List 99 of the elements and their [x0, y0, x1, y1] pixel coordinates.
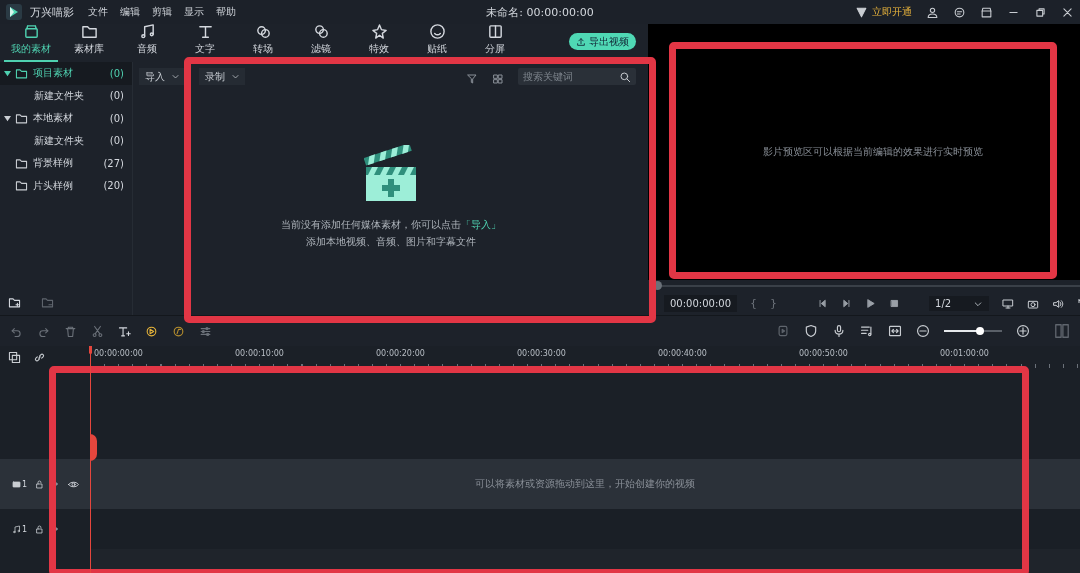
search-icon [619, 71, 631, 83]
add-text-icon[interactable] [118, 324, 131, 338]
split-screen-icon [486, 23, 504, 40]
app-logo-icon [6, 4, 22, 20]
tree-item[interactable]: 背景样例 (27) [0, 152, 132, 175]
time-label: 00:00:10:00 [234, 348, 285, 360]
grid-view-icon[interactable] [492, 73, 504, 85]
previous-frame-icon[interactable] [817, 298, 828, 309]
filter-icon[interactable] [466, 73, 478, 85]
expand-arrow-icon[interactable] [4, 114, 11, 122]
restore-icon[interactable] [1034, 5, 1047, 19]
track-number: 1 [12, 524, 28, 534]
toolbar-tab[interactable]: 特效 [352, 22, 406, 62]
smiley-icon [428, 23, 446, 40]
zoom-out-icon[interactable] [916, 324, 930, 338]
music-note-icon [12, 524, 21, 534]
caret-icon [171, 72, 180, 81]
play-icon[interactable] [865, 298, 876, 309]
film-icon [12, 479, 21, 489]
time-label: 00:01:00:00 [939, 348, 990, 360]
panel-layout-icon[interactable] [1054, 323, 1070, 339]
toolbar-tab[interactable]: 贴纸 [410, 22, 464, 62]
search-field[interactable]: 搜索关键词 [518, 68, 636, 85]
music-note-icon [138, 23, 156, 40]
tree-item[interactable]: 本地素材 (0) [0, 107, 132, 130]
time-label: 00:00:40:00 [657, 348, 708, 360]
new-folder-icon[interactable] [8, 295, 21, 309]
next-frame-icon[interactable] [841, 298, 852, 309]
toolbar-tab[interactable]: 素材库 [62, 22, 116, 62]
sliders-icon[interactable] [199, 324, 212, 338]
empty-message: 当前没有添加任何媒体素材，你可以点击「导入」 [280, 219, 501, 232]
import-link[interactable]: 「导入」 [460, 219, 501, 230]
quality-dropdown[interactable]: 1/2 [929, 296, 989, 311]
box-icon [22, 23, 40, 40]
upload-icon [576, 36, 586, 47]
menu-item[interactable]: 帮助 [216, 5, 236, 19]
tree-item[interactable]: 新建文件夹 (0) [0, 129, 132, 152]
text-icon [196, 23, 214, 40]
dropdown[interactable]: 导入 [139, 68, 185, 85]
menu-item[interactable]: 显示 [184, 5, 204, 19]
tree-item[interactable]: 项目素材 (0) [0, 62, 132, 85]
menu-item[interactable]: 剪辑 [152, 5, 172, 19]
folder-icon [15, 66, 28, 80]
caret-icon [231, 72, 240, 81]
monitor-icon[interactable] [1002, 297, 1014, 310]
lock-icon[interactable] [35, 479, 45, 489]
toolbar-tab[interactable]: 分屏 [468, 22, 522, 62]
circles-icon [312, 23, 330, 40]
toolbar-tab[interactable]: 音频 [120, 22, 174, 62]
trash-icon[interactable] [64, 324, 77, 338]
vip-link[interactable]: 立即开通 [872, 5, 912, 19]
shield-icon[interactable] [804, 324, 818, 338]
lock-icon[interactable] [35, 524, 45, 534]
toolbar-tab[interactable]: 滤镜 [294, 22, 348, 62]
store-icon[interactable] [980, 5, 993, 19]
zoom-in-icon[interactable] [1016, 324, 1030, 338]
remove-folder-icon[interactable] [41, 295, 54, 309]
render-preview-icon[interactable] [776, 324, 790, 338]
window-title: 未命名: 00:00:00:00 [486, 6, 594, 19]
tree-item[interactable]: 片头样例 (20) [0, 174, 132, 197]
empty-message: 添加本地视频、音频、图片和字幕文件 [305, 236, 476, 249]
speaker-icon[interactable] [1052, 297, 1064, 310]
app-name: 万兴喵影 [30, 4, 74, 20]
scissors-icon[interactable] [91, 324, 104, 338]
duration-icon[interactable] [172, 324, 185, 338]
menu-item[interactable]: 编辑 [120, 5, 140, 19]
toolbar-tab[interactable]: 转场 [236, 22, 290, 62]
stop-icon[interactable] [889, 298, 900, 309]
time-label: 00:00:30:00 [516, 348, 567, 360]
chat-icon[interactable] [953, 5, 966, 19]
circles-icon [254, 23, 272, 40]
timecode: 00:00:00:00 [664, 295, 737, 312]
time-label: 00:00:20:00 [375, 348, 426, 360]
folder-icon [15, 156, 28, 170]
menu-item[interactable]: 文件 [88, 5, 108, 19]
fit-icon[interactable] [888, 324, 902, 338]
user-icon[interactable] [926, 5, 939, 19]
export-button[interactable]: 导出视频 [569, 33, 636, 50]
time-label: 00:00:00:00 [93, 348, 144, 360]
microphone-icon[interactable] [832, 324, 846, 338]
star-icon [370, 23, 388, 40]
track-number: 1 [12, 479, 28, 489]
expand-arrow-icon[interactable] [4, 69, 11, 77]
tree-item[interactable]: 新建文件夹 (0) [0, 84, 132, 107]
toolbar-tab[interactable]: 文字 [178, 22, 232, 62]
progress-handle[interactable] [653, 281, 662, 290]
speed-icon[interactable] [145, 324, 158, 338]
folder-icon [80, 23, 98, 40]
preview-message: 影片预览区可以根据当前编辑的效果进行实时预览 [762, 145, 983, 159]
clapperboard-icon[interactable] [363, 145, 418, 203]
music-list-icon[interactable] [860, 324, 874, 338]
drop-hint: 可以将素材或资源拖动到这里，开始创建你的视频 [475, 477, 695, 491]
folder-icon [15, 179, 28, 193]
dropdown[interactable]: 录制 [199, 68, 245, 85]
zoom-handle[interactable] [975, 327, 984, 335]
close-icon[interactable] [1061, 5, 1074, 19]
add-track-icon[interactable] [8, 350, 21, 364]
time-label: 00:00:50:00 [798, 348, 849, 360]
folder-icon [15, 111, 28, 125]
